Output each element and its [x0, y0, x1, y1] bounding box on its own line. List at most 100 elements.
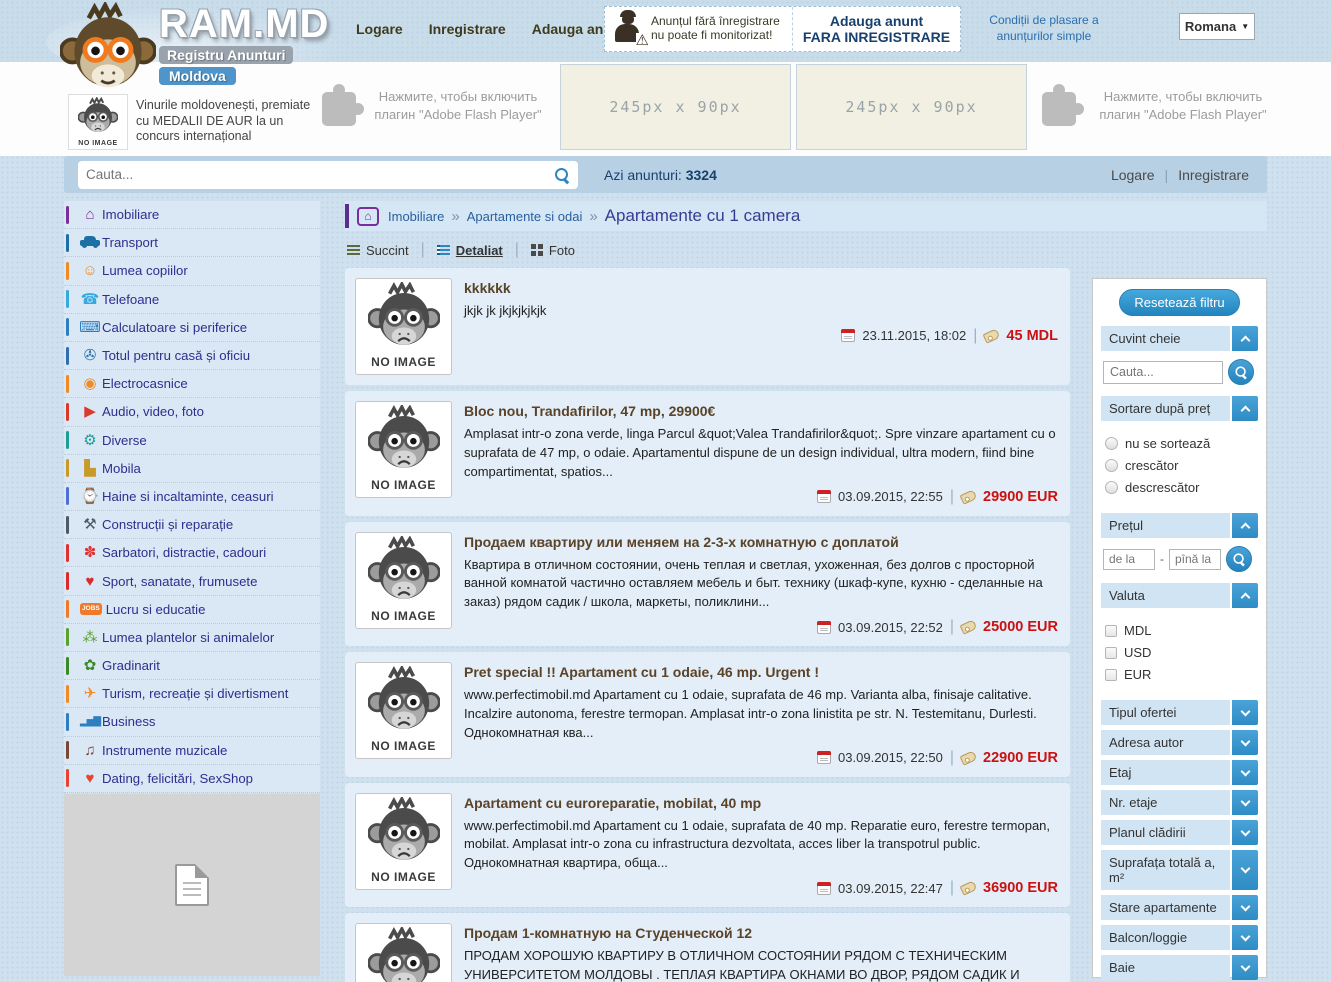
- price-to-input[interactable]: [1169, 549, 1221, 570]
- listing-card[interactable]: NO IMAGE kkkkkk jkjk jk jkjkjkjkjk 23.11…: [345, 268, 1070, 385]
- sidebar-item-11[interactable]: ⚒Construcții și reparație: [64, 511, 320, 539]
- radio-icon[interactable]: [1105, 459, 1118, 472]
- listing-title[interactable]: Продам 1-комнатную на Студенческой 12: [464, 925, 1060, 941]
- sidebar-item-19[interactable]: ♫Instrumente muzicale: [64, 737, 320, 765]
- currency-option-eur[interactable]: EUR: [1105, 667, 1254, 682]
- listing-title[interactable]: Bloc nou, Trandafirilor, 47 mp, 29900€: [464, 403, 1060, 419]
- nav-inregistrare[interactable]: Inregistrare: [429, 21, 506, 37]
- radio-icon[interactable]: [1105, 437, 1118, 450]
- expand-button[interactable]: [1232, 790, 1258, 815]
- logo-subtitle: Registru Anunturi: [159, 46, 293, 64]
- listing-title[interactable]: Продаем квартиру или меняем на 2-3-х ком…: [464, 534, 1060, 550]
- expand-button[interactable]: [1232, 925, 1258, 950]
- tab-foto[interactable]: Foto: [531, 243, 575, 258]
- promo-thumbnail[interactable]: NO IMAGE: [68, 94, 128, 150]
- sort-option-none[interactable]: nu se sortează: [1105, 436, 1254, 451]
- listing-card[interactable]: NO IMAGE Pret special !! Apartament cu 1…: [345, 652, 1070, 777]
- price-search-button[interactable]: [1226, 546, 1252, 572]
- price-from-input[interactable]: [1103, 549, 1155, 570]
- sidebar-item-3[interactable]: ☎Telefoane: [64, 286, 320, 314]
- site-logo[interactable]: RAM.MD Registru Anunturi Moldova: [159, 2, 329, 86]
- nav-logare[interactable]: Logare: [356, 21, 403, 37]
- sort-option-asc[interactable]: crescător: [1105, 458, 1254, 473]
- sidebar-item-8[interactable]: ⚙Diverse: [64, 427, 320, 455]
- sidebar-item-15[interactable]: ⁂Lumea plantelor si animalelor: [64, 624, 320, 652]
- collapse-button[interactable]: [1232, 583, 1258, 608]
- sidebar-item-5[interactable]: ✇Totul pentru casă și oficiu: [64, 342, 320, 370]
- checkbox-icon[interactable]: [1105, 647, 1117, 659]
- breadcrumb-imobiliare[interactable]: Imobiliare: [388, 209, 444, 224]
- listing-thumbnail[interactable]: NO IMAGE: [355, 662, 452, 759]
- filter-section-sort: Sortare după preț nu se sortează crescăt…: [1101, 396, 1258, 508]
- listing-card[interactable]: NO IMAGE Apartament cu euroreparatie, mo…: [345, 783, 1070, 908]
- tab-succint[interactable]: Succint: [347, 243, 409, 258]
- expand-button[interactable]: [1232, 955, 1258, 980]
- expand-button[interactable]: [1232, 760, 1258, 785]
- sidebar-item-12[interactable]: ✽Sarbatori, distractie, cadouri: [64, 539, 320, 567]
- search-icon[interactable]: [554, 167, 570, 183]
- listing-card[interactable]: NO IMAGE Продам 1-комнатную на Студенчес…: [345, 913, 1070, 982]
- currency-option-usd[interactable]: USD: [1105, 645, 1254, 660]
- listing-card[interactable]: NO IMAGE Продаем квартиру или меняем на …: [345, 522, 1070, 647]
- filter-section-price: Prețul -: [1101, 513, 1258, 578]
- inregistrare-link[interactable]: Inregistrare: [1178, 167, 1249, 183]
- sidebar-item-6[interactable]: ◉Electrocasnice: [64, 370, 320, 398]
- listing-thumbnail[interactable]: NO IMAGE: [355, 923, 452, 982]
- search-input[interactable]: [86, 167, 554, 182]
- listing-thumbnail[interactable]: NO IMAGE: [355, 278, 452, 375]
- language-selector[interactable]: Romana ▼: [1179, 13, 1255, 40]
- sidebar-item-18[interactable]: ▂▅▇Business: [64, 708, 320, 736]
- listing-card[interactable]: NO IMAGE Bloc nou, Trandafirilor, 47 mp,…: [345, 391, 1070, 516]
- sidebar-item-7[interactable]: ▶Audio, video, foto: [64, 398, 320, 426]
- listing-title[interactable]: kkkkkk: [464, 280, 1060, 296]
- promo-news-link[interactable]: Vinurile moldovenești, premiate cu MEDAL…: [136, 98, 314, 145]
- flash-plugin-hint-left[interactable]: Нажмите, чтобы включить плагин "Adobe Fl…: [369, 88, 547, 123]
- flash-plugin-hint-right[interactable]: Нажмите, чтобы включить плагин "Adobe Fl…: [1090, 88, 1276, 123]
- sidebar-item-17[interactable]: ✈Turism, recreație și divertisment: [64, 680, 320, 708]
- sidebar-item-14[interactable]: JOBSLucru si educatie: [64, 596, 320, 624]
- logare-link[interactable]: Logare: [1111, 167, 1155, 183]
- plant-icon: ✿: [78, 658, 102, 673]
- keyword-input[interactable]: [1103, 361, 1223, 384]
- radio-icon[interactable]: [1105, 481, 1118, 494]
- keyword-search-button[interactable]: [1228, 359, 1254, 385]
- plugin-puzzle-icon[interactable]: [1042, 92, 1076, 126]
- sidebar-item-2[interactable]: ☺Lumea copiilor: [64, 257, 320, 285]
- currency-option-mdl[interactable]: MDL: [1105, 623, 1254, 638]
- expand-button[interactable]: [1232, 730, 1258, 755]
- tools-icon: ⚒: [78, 517, 102, 532]
- chevron-down-icon: [1240, 706, 1250, 716]
- sidebar-item-4[interactable]: ⌨Calculatoare si periferice: [64, 314, 320, 342]
- sort-option-desc[interactable]: descrescător: [1105, 480, 1254, 495]
- logo-monkey-icon[interactable]: [60, 2, 156, 94]
- checkbox-icon[interactable]: [1105, 625, 1117, 637]
- conditions-link[interactable]: Condiții de plasare a anunțurilor simple: [979, 13, 1109, 44]
- plugin-puzzle-icon[interactable]: [322, 92, 356, 126]
- collapse-button[interactable]: [1232, 513, 1258, 538]
- add-without-registration-button[interactable]: Adauga anunt FARA INREGISTRARE: [793, 7, 960, 51]
- sidebar-item-20[interactable]: ♥Dating, felicitări, SexShop: [64, 765, 320, 793]
- listing-title[interactable]: Apartament cu euroreparatie, mobilat, 40…: [464, 795, 1060, 811]
- checkbox-icon[interactable]: [1105, 669, 1117, 681]
- collapse-button[interactable]: [1232, 396, 1258, 421]
- chevron-up-icon: [1240, 522, 1250, 532]
- sidebar-item-9[interactable]: ▙Mobila: [64, 455, 320, 483]
- sidebar-item-0[interactable]: ⌂Imobiliare: [64, 201, 320, 229]
- listing-thumbnail[interactable]: NO IMAGE: [355, 401, 452, 498]
- collapse-button[interactable]: [1232, 326, 1258, 351]
- expand-button[interactable]: [1232, 850, 1258, 890]
- expand-button[interactable]: [1232, 820, 1258, 845]
- sidebar-item-1[interactable]: Transport: [64, 229, 320, 257]
- listing-thumbnail[interactable]: NO IMAGE: [355, 532, 452, 629]
- jobs-badge-icon: JOBS: [80, 603, 102, 616]
- expand-button[interactable]: [1232, 895, 1258, 920]
- tab-detaliat[interactable]: Detaliat: [437, 243, 503, 258]
- sidebar-item-10[interactable]: ⌚Haine si incaltaminte, ceasuri: [64, 483, 320, 511]
- breadcrumb-apartamente[interactable]: Apartamente si odai: [467, 209, 583, 224]
- reset-filter-button[interactable]: Resetează filtru: [1119, 289, 1239, 316]
- sidebar-item-13[interactable]: ♥Sport, sanatate, frumusete: [64, 567, 320, 595]
- expand-button[interactable]: [1232, 700, 1258, 725]
- listing-thumbnail[interactable]: NO IMAGE: [355, 793, 452, 890]
- sidebar-item-16[interactable]: ✿Gradinarit: [64, 652, 320, 680]
- listing-title[interactable]: Pret special !! Apartament cu 1 odaie, 4…: [464, 664, 1060, 680]
